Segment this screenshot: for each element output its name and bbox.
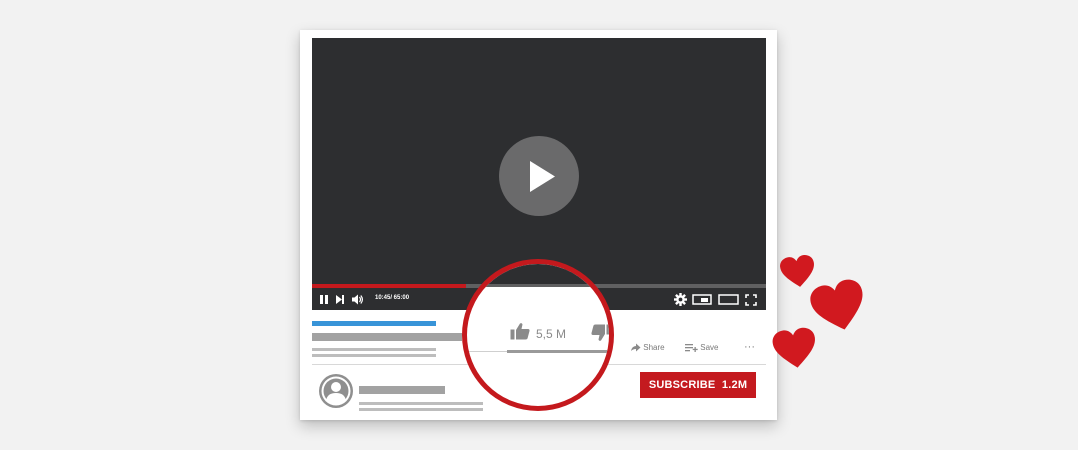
more-actions-button[interactable]: ··· (744, 341, 755, 353)
subscriber-count: 1.2M (721, 379, 748, 391)
play-icon (530, 161, 555, 192)
time-display: 10:45/ 65:00 (375, 295, 410, 301)
save-icon (685, 344, 698, 353)
video-subtitle-placeholder (312, 333, 462, 341)
save-button[interactable]: Save (685, 343, 719, 353)
channel-meta-placeholder (359, 408, 483, 411)
pause-icon[interactable] (319, 294, 329, 305)
share-icon (631, 343, 641, 352)
channel-name-placeholder (359, 386, 445, 394)
save-label: Save (700, 343, 719, 352)
magnified-progress-track (467, 284, 609, 287)
magnified-divider (467, 351, 507, 352)
subscribe-button[interactable]: SUBSCRIBE 1.2M (640, 372, 756, 398)
theater-icon[interactable] (718, 294, 739, 305)
fullscreen-icon[interactable] (745, 294, 757, 306)
share-label: Share (643, 343, 665, 352)
channel-meta-placeholder (359, 402, 483, 405)
share-button[interactable]: Share (630, 343, 665, 352)
user-avatar-icon (321, 376, 351, 406)
next-icon[interactable] (335, 294, 345, 305)
date-placeholder (312, 354, 436, 357)
subscribe-label: SUBSCRIBE (648, 379, 716, 391)
settings-icon[interactable] (674, 293, 687, 306)
like-ratio-bar (507, 350, 609, 353)
thumbs-down-icon[interactable] (591, 324, 611, 342)
miniplayer-icon[interactable] (692, 294, 712, 305)
view-count-placeholder (312, 348, 436, 351)
heart-icon (772, 327, 815, 368)
play-button[interactable] (499, 136, 579, 216)
channel-avatar[interactable] (319, 374, 353, 408)
magnified-player-edge (467, 264, 609, 284)
progress-bar-fill (312, 284, 467, 288)
thumbs-up-icon[interactable] (510, 322, 530, 340)
magnifier-callout: 5,5 M (462, 259, 614, 411)
volume-icon[interactable] (351, 294, 364, 305)
video-title-placeholder (312, 321, 436, 326)
like-count: 5,5 M (536, 327, 567, 341)
